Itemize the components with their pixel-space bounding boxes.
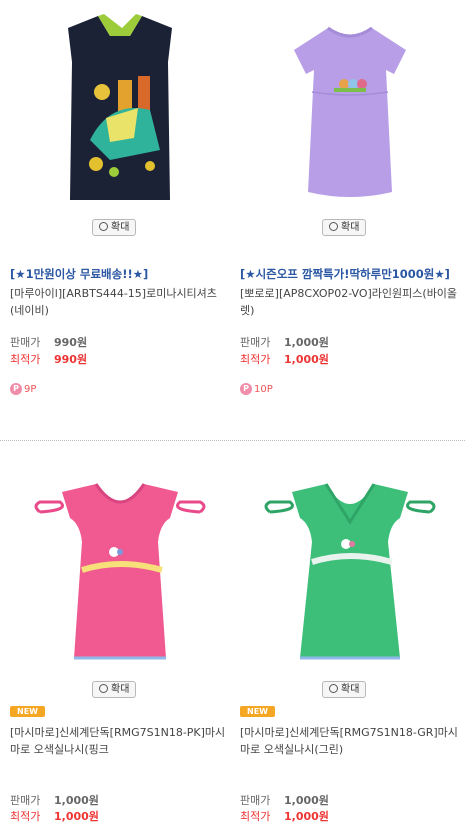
best-price-row: 최적가 1,000원	[240, 353, 329, 366]
product-name[interactable]: [마시마로]신세계단독[RMG7S1N18-PK]마시마로 오색실나시(핑크	[10, 724, 230, 758]
points: P 9P	[10, 383, 36, 396]
magnifier-icon	[329, 222, 338, 231]
product-name[interactable]: [마루아이l][ARBTS444-15]로미나시티셔츠(네이비)	[10, 285, 230, 319]
zoom-button[interactable]: 확대	[322, 219, 367, 236]
magnifier-icon	[99, 684, 108, 693]
new-badge: NEW	[240, 706, 275, 717]
product-image-green-top[interactable]	[240, 462, 460, 672]
product-image-navy-tee[interactable]	[10, 0, 230, 210]
best-price-row: 최적가 1,000원	[240, 810, 329, 823]
sale-price-row: 판매가 1,000원	[240, 336, 329, 349]
sale-price-row: 판매가 990원	[10, 336, 88, 349]
promo-text[interactable]: [★1만원이상 무료배송!!★]	[10, 266, 230, 283]
product-image-violet-dress[interactable]	[240, 0, 460, 210]
zoom-button[interactable]: 확대	[322, 681, 367, 698]
best-price-row: 최적가 1,000원	[10, 810, 99, 823]
points: P 10P	[240, 383, 273, 396]
product-image-pink-top[interactable]	[10, 462, 230, 672]
best-price-row: 최적가 990원	[10, 353, 88, 366]
sale-price-row: 판매가 1,000원	[240, 794, 329, 807]
product-name[interactable]: [뽀로로][AP8CXOP02-VO]라인원피스(바이올렛)	[240, 285, 460, 319]
promo-text[interactable]: [★시즌오프 깜짝특가!딱하루만1000원★]	[240, 266, 460, 283]
product-name[interactable]: [마시마로]신세계단독[RMG7S1N18-GR]마시마로 오색실나시(그린)	[240, 724, 460, 758]
magnifier-icon	[329, 684, 338, 693]
new-badge: NEW	[10, 706, 45, 717]
point-icon: P	[10, 383, 22, 395]
row-divider	[0, 440, 465, 441]
zoom-button[interactable]: 확대	[92, 681, 137, 698]
magnifier-icon	[99, 222, 108, 231]
point-icon: P	[240, 383, 252, 395]
sale-price-row: 판매가 1,000원	[10, 794, 99, 807]
zoom-button[interactable]: 확대	[92, 219, 137, 236]
